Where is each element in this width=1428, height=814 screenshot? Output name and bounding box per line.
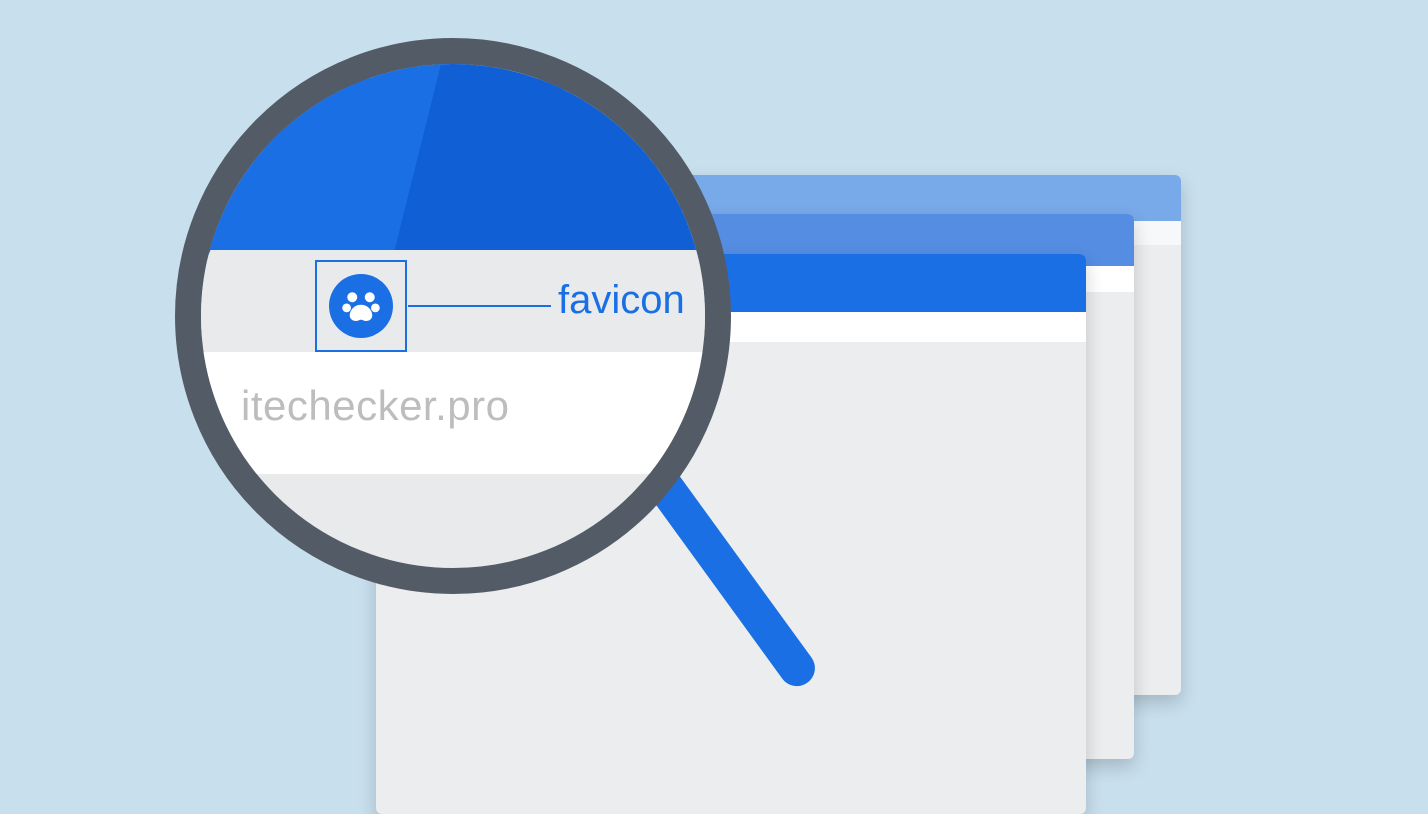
favicon-highlight-box xyxy=(315,260,407,352)
magnifier-lens: favicon itechecker.pro xyxy=(175,38,731,594)
magnified-tabbar xyxy=(201,64,705,260)
callout-label: favicon xyxy=(558,278,685,323)
magnified-url: itechecker.pro xyxy=(241,382,509,430)
paw-icon xyxy=(329,274,393,338)
callout-line xyxy=(408,305,551,307)
